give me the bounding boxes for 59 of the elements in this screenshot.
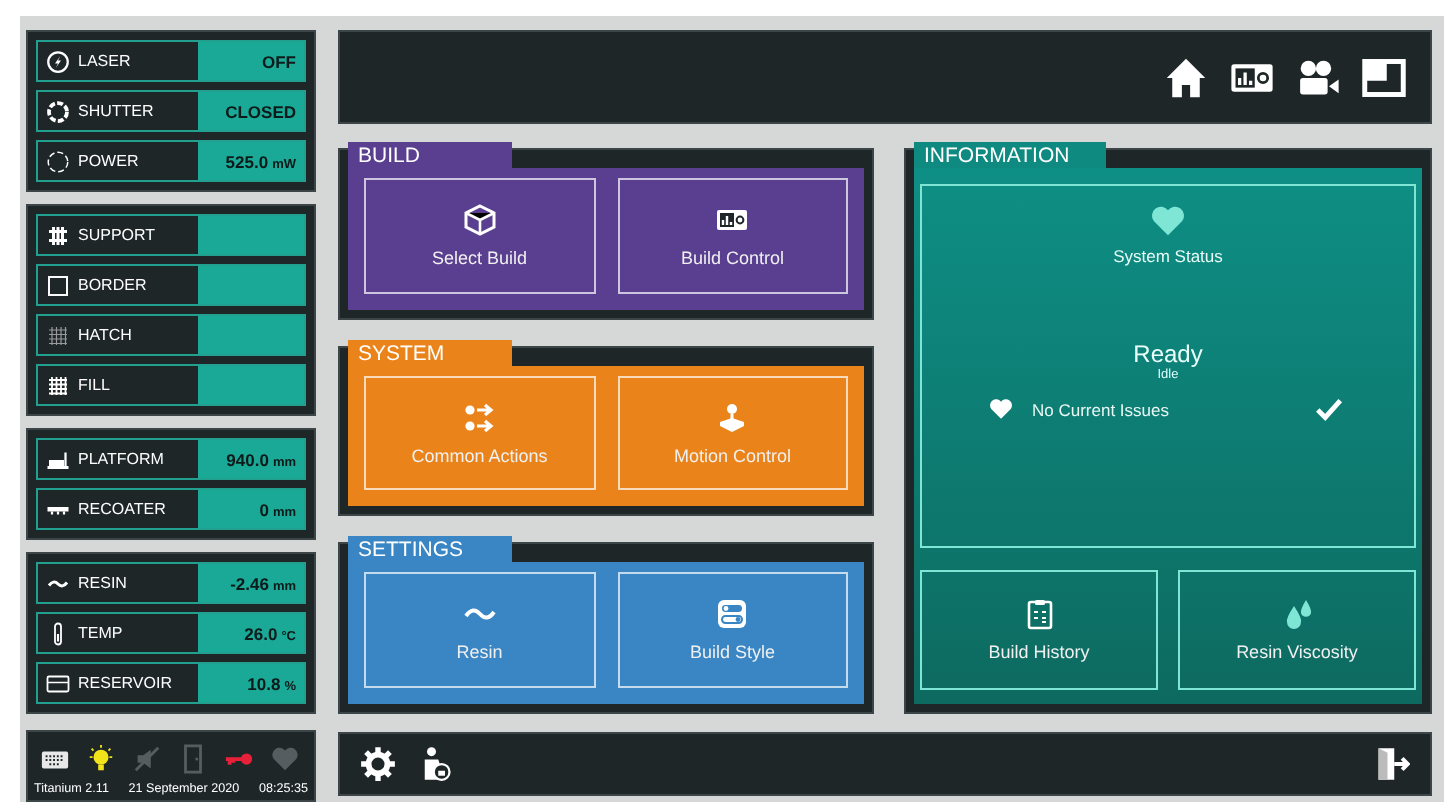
clipboard-icon — [1023, 598, 1055, 630]
checkmark-icon — [1314, 394, 1344, 424]
info-tile[interactable]: Build History — [920, 570, 1158, 690]
value-text: 940.0 — [226, 450, 269, 470]
status-title: System Status — [1113, 246, 1223, 266]
label-text: TEMP — [78, 624, 123, 642]
label-text: RESIN — [78, 574, 127, 592]
grid-icon — [46, 373, 70, 397]
cube-icon — [463, 203, 496, 236]
menu-tile[interactable]: Build Style — [617, 572, 848, 689]
value-text: 26.0 — [244, 624, 278, 644]
toggle-switches-icon — [716, 598, 749, 631]
section-title: INFORMATION — [914, 142, 1106, 168]
hash-icon — [46, 223, 70, 247]
label-text: LASER — [78, 52, 131, 70]
exit-icon[interactable] — [1374, 746, 1410, 782]
menu-tile[interactable]: Resin — [364, 572, 595, 689]
home-icon[interactable] — [1164, 55, 1208, 99]
label-text: HATCH — [78, 326, 132, 344]
dashed-circle-icon — [46, 99, 70, 123]
value-text: 10.8 — [247, 674, 281, 694]
heart-icon — [1146, 202, 1190, 240]
label-text: RESERVOIR — [78, 674, 172, 692]
platform-icon — [46, 447, 70, 471]
info-tile[interactable]: Resin Viscosity — [1178, 570, 1416, 690]
grid-icon — [46, 323, 70, 347]
value-text: CLOSED — [225, 102, 296, 122]
card-icon — [46, 671, 70, 695]
square-icon — [46, 273, 70, 297]
video-camera-icon[interactable] — [1296, 55, 1340, 99]
joystick-icon — [716, 401, 749, 433]
value-text: 0 — [259, 500, 269, 520]
settings-icon[interactable] — [360, 746, 396, 782]
status-text: Ready — [1133, 340, 1203, 368]
label-text: SHUTTER — [78, 102, 154, 120]
menu-tile[interactable]: Common Actions — [364, 375, 595, 491]
issues-text: No Current Issues — [1032, 399, 1171, 419]
value-text: OFF — [262, 52, 296, 72]
label-text: FILL — [78, 376, 111, 394]
laser-icon — [46, 49, 70, 73]
label-text: POWER — [78, 152, 139, 170]
label-text: BORDER — [78, 276, 147, 294]
label-text: RECOATER — [78, 500, 166, 518]
water-drops-icon — [1281, 598, 1313, 630]
section-title: BUILD — [348, 142, 512, 168]
label-text: SUPPORT — [78, 226, 156, 244]
section-title: SETTINGS — [348, 536, 512, 563]
menu-tile[interactable]: Select Build — [364, 178, 595, 294]
value-text: -2.46 — [230, 574, 269, 594]
menu-tile[interactable]: Motion Control — [617, 375, 848, 491]
dashed-circle-icon — [46, 149, 70, 173]
value-text: 525.0 — [225, 152, 269, 172]
menu-tile[interactable]: Build Control — [617, 178, 848, 294]
heart-icon — [986, 396, 1016, 422]
section-title: SYSTEM — [348, 339, 512, 366]
label-text: PLATFORM — [78, 450, 164, 468]
light-bulb-icon[interactable] — [86, 744, 116, 774]
list-arrows-icon — [463, 401, 496, 433]
window-icon[interactable] — [1362, 55, 1406, 99]
